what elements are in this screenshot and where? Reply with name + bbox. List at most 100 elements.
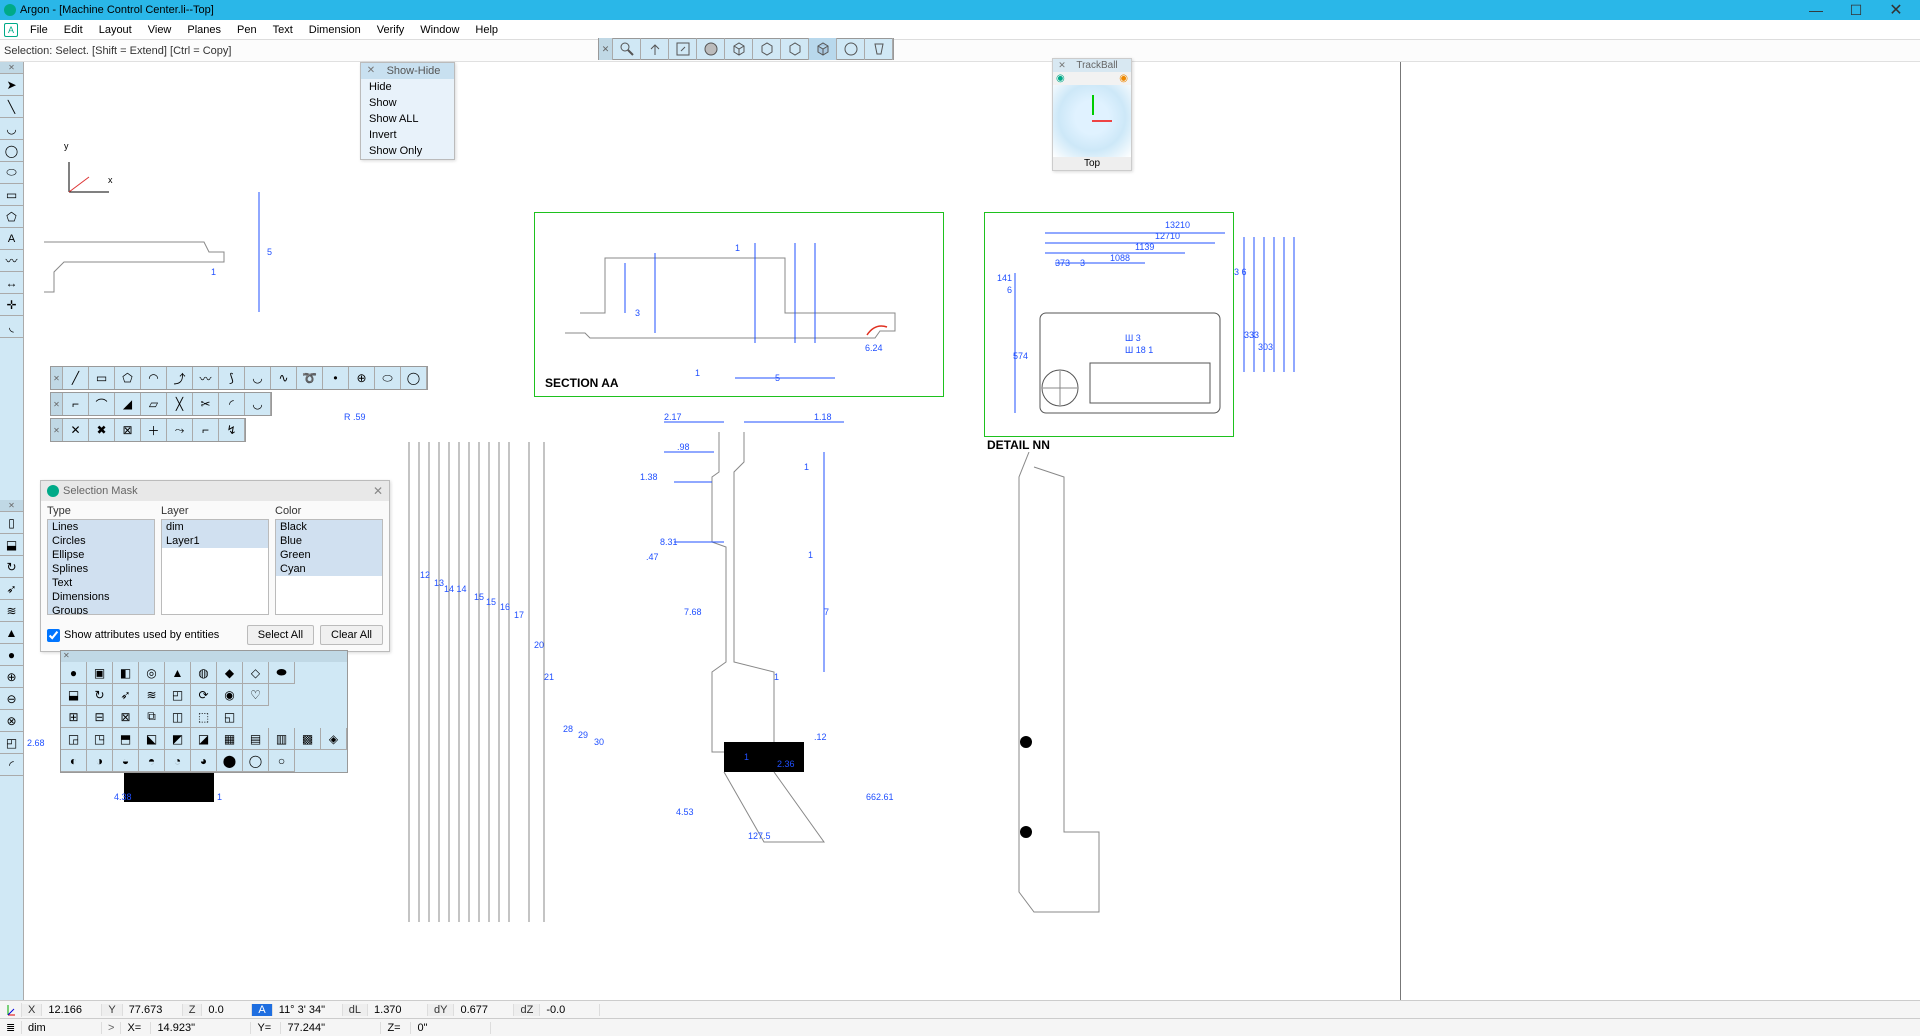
- m1-icon[interactable]: ◲: [61, 728, 87, 750]
- m7-icon[interactable]: ▦: [217, 728, 243, 750]
- fillet-3d-icon[interactable]: ◜: [0, 754, 23, 776]
- wireframe-icon[interactable]: [725, 38, 753, 60]
- circle-icon[interactable]: ◯: [0, 140, 23, 162]
- show-hide-showonly[interactable]: Show Only: [361, 143, 454, 159]
- menu-edit[interactable]: Edit: [56, 22, 91, 38]
- zoom-icon[interactable]: [613, 38, 641, 60]
- layer-listbox[interactable]: dim Layer1: [161, 519, 269, 615]
- box-3d-icon[interactable]: ▯: [0, 512, 23, 534]
- n7-icon[interactable]: ⬤: [217, 750, 243, 772]
- clear-all-button[interactable]: Clear All: [320, 625, 383, 645]
- op1-icon[interactable]: ⊞: [61, 706, 87, 728]
- m11-icon[interactable]: ◈: [321, 728, 347, 750]
- ts3-split-icon[interactable]: ↯: [219, 419, 245, 441]
- n1-icon[interactable]: ◐: [61, 750, 87, 772]
- n6-icon[interactable]: ◕: [191, 750, 217, 772]
- op4-icon[interactable]: ⧉: [139, 706, 165, 728]
- ts3-xbox-icon[interactable]: ⊠: [115, 419, 141, 441]
- show-attrs-checkbox[interactable]: Show attributes used by entities: [47, 629, 219, 642]
- color-listbox[interactable]: Black Blue Green Cyan: [275, 519, 383, 615]
- show-hide-hide[interactable]: Hide: [361, 79, 454, 95]
- loft-3d-icon[interactable]: ≋: [0, 600, 23, 622]
- current-layer[interactable]: dim: [22, 1022, 102, 1034]
- heart-icon[interactable]: ♡: [243, 684, 269, 706]
- cone-solid-icon[interactable]: ▲: [165, 662, 191, 684]
- persp-icon[interactable]: [865, 38, 893, 60]
- op6-icon[interactable]: ⬚: [191, 706, 217, 728]
- sweep-3d-icon[interactable]: ➶: [0, 578, 23, 600]
- ts1-line-icon[interactable]: ╱: [63, 367, 89, 389]
- n2-icon[interactable]: ◑: [87, 750, 113, 772]
- select-all-button[interactable]: Select All: [247, 625, 314, 645]
- extrude-3d-icon[interactable]: ⬓: [0, 534, 23, 556]
- menu-verify[interactable]: Verify: [369, 22, 413, 38]
- type-listbox[interactable]: Lines Circles Ellipse Splines Text Dimen…: [47, 519, 155, 615]
- ts1-point-icon[interactable]: •: [323, 367, 349, 389]
- ts2-fillet2-icon[interactable]: ◜: [219, 393, 245, 415]
- m6-icon[interactable]: ◪: [191, 728, 217, 750]
- ellipsoid-solid-icon[interactable]: ⬬: [269, 662, 295, 684]
- toolstrip3-close[interactable]: ✕: [51, 419, 63, 441]
- x-value[interactable]: 12.166: [42, 1004, 102, 1016]
- arc-icon[interactable]: ◡: [0, 118, 23, 140]
- m10-icon[interactable]: ▩: [295, 728, 321, 750]
- m2-icon[interactable]: ◳: [87, 728, 113, 750]
- shell-3d-icon[interactable]: ◰: [0, 732, 23, 754]
- m8-icon[interactable]: ▤: [243, 728, 269, 750]
- menu-planes[interactable]: Planes: [179, 22, 229, 38]
- ellipse-icon[interactable]: ⬭: [0, 162, 23, 184]
- ts3-plus-icon[interactable]: ＋: [141, 419, 167, 441]
- show-hide-showall[interactable]: Show ALL: [361, 111, 454, 127]
- ts1-arc-icon[interactable]: ◠: [141, 367, 167, 389]
- show-hide-show[interactable]: Show: [361, 95, 454, 111]
- menu-window[interactable]: Window: [412, 22, 467, 38]
- op7-icon[interactable]: ◱: [217, 706, 243, 728]
- ts2-trim-icon[interactable]: ✂: [193, 393, 219, 415]
- wireframe2-icon[interactable]: [753, 38, 781, 60]
- bool-intersect-icon[interactable]: ⊗: [0, 710, 23, 732]
- cylinder-solid-icon[interactable]: ◎: [139, 662, 165, 684]
- ts3-x2-icon[interactable]: ✖: [89, 419, 115, 441]
- box-solid-icon[interactable]: ▣: [87, 662, 113, 684]
- ts1-rect-icon[interactable]: ▭: [89, 367, 115, 389]
- ts1-tangent-icon[interactable]: ⤴: [167, 367, 193, 389]
- toolstrip2-close[interactable]: ✕: [51, 393, 63, 415]
- ts3-corner-icon[interactable]: ⌐: [193, 419, 219, 441]
- polygon-icon[interactable]: ⬠: [0, 206, 23, 228]
- cone-3d-icon[interactable]: ▲: [0, 622, 23, 644]
- shaded-icon[interactable]: [697, 38, 725, 60]
- ts1-poly-icon[interactable]: ⬠: [115, 367, 141, 389]
- sphere-solid-icon[interactable]: ●: [61, 662, 87, 684]
- ts2-fillet-icon[interactable]: ⌒: [89, 393, 115, 415]
- z-value[interactable]: 0.0: [202, 1004, 252, 1016]
- angle-icon[interactable]: ◟: [0, 316, 23, 338]
- bool-union-icon[interactable]: ⊕: [0, 666, 23, 688]
- pipe-icon[interactable]: ⟳: [191, 684, 217, 706]
- extrude-icon[interactable]: ⬓: [61, 684, 87, 706]
- trackball-close[interactable]: ✕: [1057, 60, 1067, 71]
- minimize-button[interactable]: —: [1796, 0, 1836, 20]
- menu-view[interactable]: View: [140, 22, 180, 38]
- menu-help[interactable]: Help: [467, 22, 506, 38]
- ts1-wave-icon[interactable]: ∿: [271, 367, 297, 389]
- ts1-spline-icon[interactable]: 〰: [193, 367, 219, 389]
- left-3d-close[interactable]: ✕: [0, 500, 23, 512]
- ts1-ellipse-icon[interactable]: ⬭: [375, 367, 401, 389]
- pyramid-solid-icon[interactable]: ◇: [243, 662, 269, 684]
- ts1-arc2-icon[interactable]: ⟆: [219, 367, 245, 389]
- hidden-line-icon[interactable]: [781, 38, 809, 60]
- pointer-icon[interactable]: ➤: [0, 74, 23, 96]
- m9-icon[interactable]: ▥: [269, 728, 295, 750]
- text-icon[interactable]: A: [0, 228, 23, 250]
- ts1-arc3-icon[interactable]: ◡: [245, 367, 271, 389]
- op3-icon[interactable]: ⊠: [113, 706, 139, 728]
- menu-text[interactable]: Text: [265, 22, 301, 38]
- layer-dropdown[interactable]: >: [102, 1022, 121, 1034]
- toolstrip1-close[interactable]: ✕: [51, 367, 63, 389]
- ts2-break-icon[interactable]: ╳: [167, 393, 193, 415]
- trackball-sphere[interactable]: [1053, 85, 1131, 157]
- sphere-3d-icon[interactable]: ●: [0, 644, 23, 666]
- trackball-expand-icon[interactable]: ◉: [1119, 73, 1128, 84]
- a-value[interactable]: 11° 3' 34": [273, 1004, 343, 1016]
- blend-icon[interactable]: ◉: [217, 684, 243, 706]
